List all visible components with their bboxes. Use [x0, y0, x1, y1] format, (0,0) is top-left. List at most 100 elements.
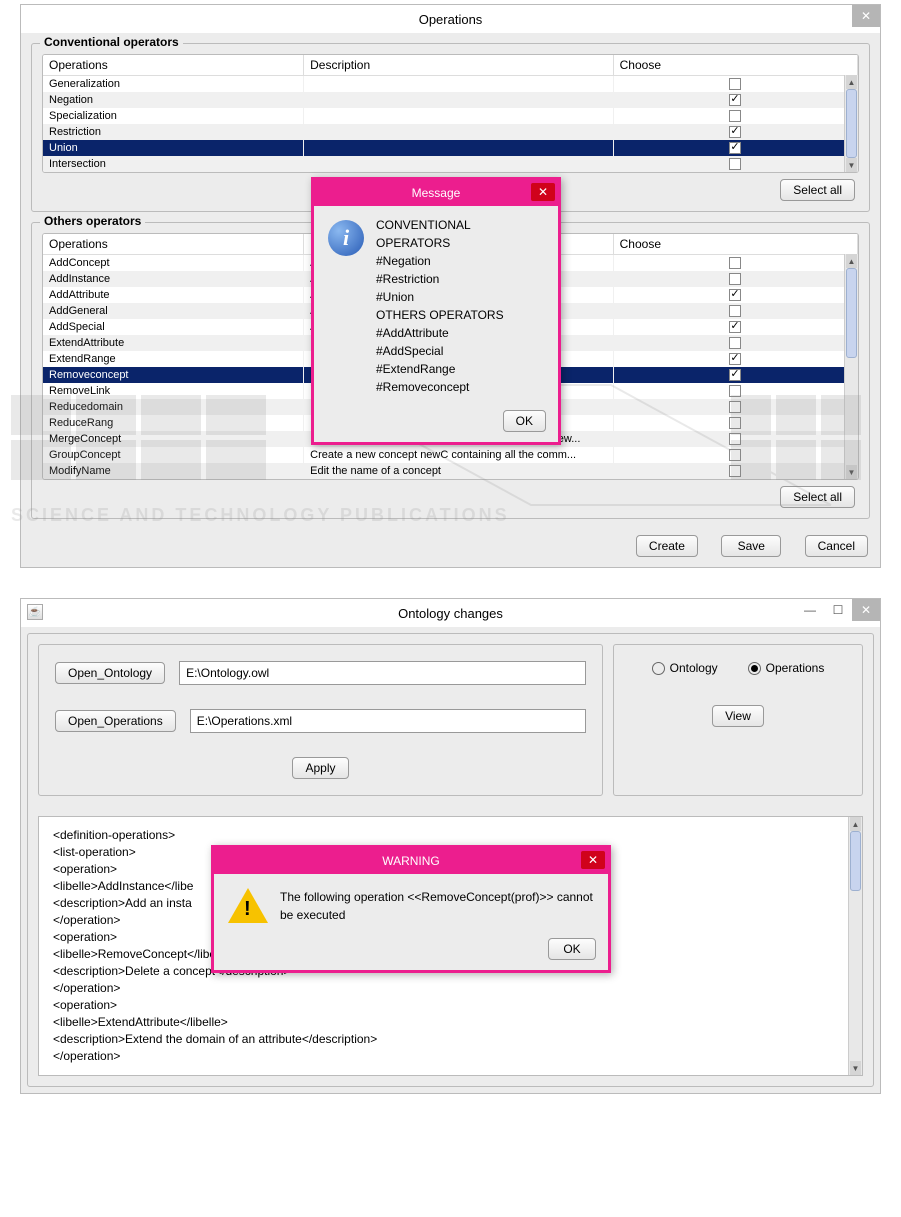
checkbox[interactable] [729, 257, 741, 269]
checkbox[interactable] [729, 433, 741, 445]
select-all-button[interactable]: Select all [780, 486, 855, 508]
view-button[interactable]: View [712, 705, 764, 727]
select-all-button[interactable]: Select all [780, 179, 855, 201]
table-row[interactable]: ModifyNameEdit the name of a concept [43, 463, 858, 479]
close-button[interactable]: ✕ [852, 5, 880, 27]
message-line: #AddSpecial [376, 342, 544, 360]
create-button[interactable]: Create [636, 535, 698, 557]
cell-choose [613, 140, 857, 156]
operations-path-input[interactable] [190, 709, 586, 733]
table-row[interactable]: Restriction [43, 124, 858, 140]
scroll-down-icon[interactable]: ▼ [846, 465, 857, 479]
scrollbar[interactable]: ▲ ▼ [844, 254, 858, 479]
scroll-thumb[interactable] [846, 89, 857, 158]
checkbox[interactable] [729, 401, 741, 413]
cell-choose [613, 156, 857, 172]
scroll-up-icon[interactable]: ▲ [850, 817, 861, 831]
cell-description [304, 108, 614, 124]
cell-operation: AddConcept [43, 255, 304, 272]
cell-operation: ExtendRange [43, 351, 304, 367]
table-row[interactable]: Union [43, 140, 858, 156]
scroll-down-icon[interactable]: ▼ [850, 1061, 861, 1075]
message-line: OTHERS OPERATORS [376, 306, 544, 324]
save-button[interactable]: Save [721, 535, 781, 557]
open-ontology-button[interactable]: Open_Ontology [55, 662, 165, 684]
table-row[interactable]: Specialization [43, 108, 858, 124]
cell-description [304, 140, 614, 156]
cell-choose [613, 271, 857, 287]
close-icon: ✕ [861, 9, 871, 23]
col-operations[interactable]: Operations [43, 55, 304, 76]
cell-choose [613, 463, 857, 479]
radio-ontology[interactable]: Ontology [652, 661, 718, 675]
checkbox[interactable] [729, 305, 741, 317]
cell-operation: AddSpecial [43, 319, 304, 335]
group-title: Others operators [40, 214, 145, 228]
table-row[interactable]: Generalization [43, 76, 858, 93]
cell-description: Edit the name of a concept [304, 463, 614, 479]
cell-choose [613, 303, 857, 319]
scroll-thumb[interactable] [846, 268, 857, 358]
dialog-close-button[interactable]: ✕ [581, 851, 605, 869]
checkbox[interactable] [729, 158, 741, 170]
close-button[interactable]: ✕ [852, 599, 880, 621]
checkbox[interactable] [729, 126, 741, 138]
ontology-changes-window: ☕ Ontology changes — ☐ ✕ Open_Ontology O… [20, 598, 881, 1094]
checkbox[interactable] [729, 353, 741, 365]
checkbox[interactable] [729, 94, 741, 106]
checkbox[interactable] [729, 142, 741, 154]
cell-operation: ExtendAttribute [43, 335, 304, 351]
dialog-close-button[interactable]: ✕ [531, 183, 555, 201]
cell-choose [613, 92, 857, 108]
checkbox[interactable] [729, 78, 741, 90]
cell-operation: Intersection [43, 156, 304, 172]
message-line: CONVENTIONAL OPERATORS [376, 216, 544, 252]
table-row[interactable]: Negation [43, 92, 858, 108]
open-operations-button[interactable]: Open_Operations [55, 710, 176, 732]
checkbox[interactable] [729, 273, 741, 285]
maximize-button[interactable]: ☐ [824, 599, 852, 621]
col-choose[interactable]: Choose [613, 55, 857, 76]
checkbox[interactable] [729, 369, 741, 381]
ok-button[interactable]: OK [548, 938, 596, 960]
scroll-down-icon[interactable]: ▼ [846, 158, 857, 172]
cell-operation: Reducedomain [43, 399, 304, 415]
checkbox[interactable] [729, 321, 741, 333]
checkbox[interactable] [729, 385, 741, 397]
checkbox[interactable] [729, 110, 741, 122]
scroll-thumb[interactable] [850, 831, 861, 891]
titlebar: Operations ✕ [21, 5, 880, 33]
cell-choose [613, 447, 857, 463]
table-row[interactable]: GroupConceptCreate a new concept newC co… [43, 447, 858, 463]
scroll-up-icon[interactable]: ▲ [846, 75, 857, 89]
radio-icon [748, 662, 761, 675]
scrollbar[interactable]: ▲ ▼ [844, 75, 858, 172]
cell-operation: AddInstance [43, 271, 304, 287]
checkbox[interactable] [729, 417, 741, 429]
cancel-button[interactable]: Cancel [805, 535, 868, 557]
checkbox[interactable] [729, 449, 741, 461]
cell-operation: MergeConcept [43, 431, 304, 447]
cell-operation: Generalization [43, 76, 304, 93]
radio-operations[interactable]: Operations [748, 661, 825, 675]
checkbox[interactable] [729, 465, 741, 477]
col-operations[interactable]: Operations [43, 234, 304, 255]
col-choose[interactable]: Choose [613, 234, 857, 255]
scrollbar[interactable]: ▲ ▼ [848, 817, 862, 1075]
scroll-up-icon[interactable]: ▲ [846, 254, 857, 268]
xml-line: </operation> [53, 980, 848, 997]
warning-dialog: WARNING ✕ The following operation <<Remo… [211, 845, 611, 973]
checkbox[interactable] [729, 337, 741, 349]
cell-choose [613, 108, 857, 124]
ok-button[interactable]: OK [503, 410, 546, 432]
cell-description [304, 156, 614, 172]
minimize-button[interactable]: — [796, 599, 824, 621]
checkbox[interactable] [729, 289, 741, 301]
cell-choose [613, 124, 857, 140]
table-row[interactable]: Intersection [43, 156, 858, 172]
apply-button[interactable]: Apply [292, 757, 348, 779]
col-description[interactable]: Description [304, 55, 614, 76]
ontology-path-input[interactable] [179, 661, 586, 685]
dialog-title: Message [412, 186, 461, 200]
cell-operation: ModifyName [43, 463, 304, 479]
